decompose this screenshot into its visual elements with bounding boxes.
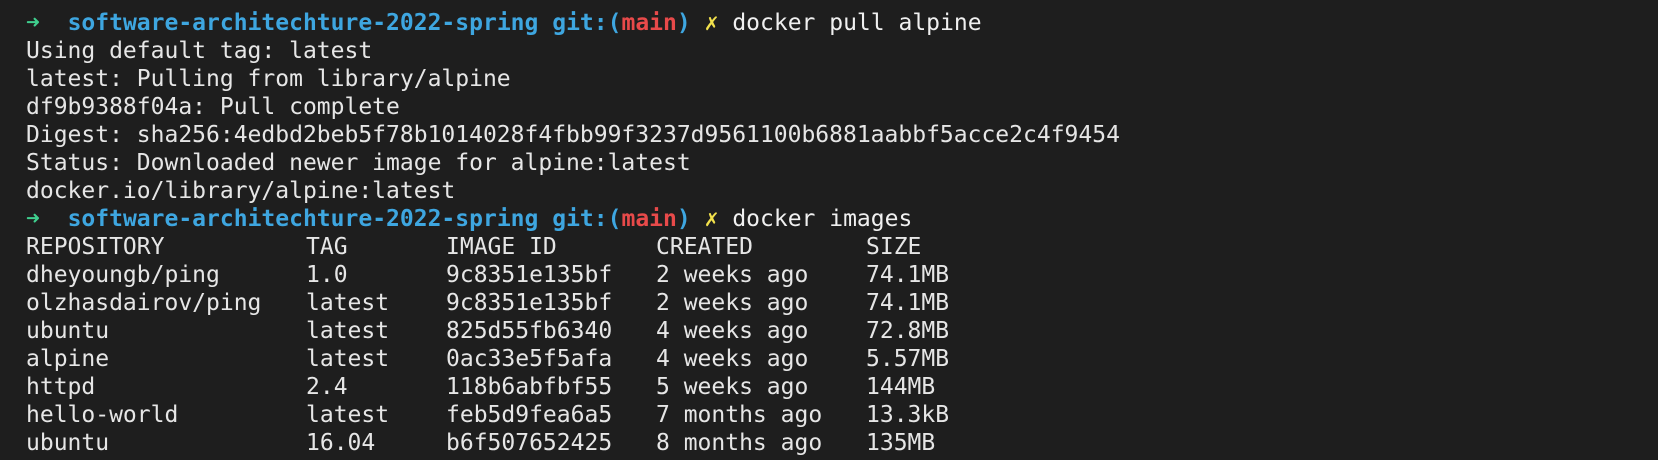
images-table-header: REPOSITORY TAG IMAGE ID CREATED SIZE [26, 233, 1658, 261]
prompt-line-2: ➜ software-architechture-2022-spring git… [26, 205, 1658, 233]
cell-size: 74.1MB [866, 290, 950, 316]
prompt-branch: main [621, 206, 677, 232]
header-tag: TAG [306, 234, 348, 260]
prompt-git-close: ) [676, 10, 691, 36]
output-line: Status: Downloaded newer image for alpin… [26, 150, 691, 176]
cell-size: 13.3kB [866, 402, 950, 428]
cell-created: 7 months ago [656, 402, 823, 428]
output-line: Digest: sha256:4edbd2beb5f78b1014028f4fb… [26, 122, 1120, 148]
output-line: df9b9388f04a: Pull complete [26, 94, 400, 120]
cell-image-id: 0ac33e5f5afa [446, 346, 613, 372]
cell-tag: latest [306, 402, 390, 428]
cell-tag: 1.0 [306, 262, 348, 288]
prompt-git-open: git:( [552, 206, 622, 232]
prompt-dirty-marker: ✗ [704, 10, 719, 36]
table-row: ubuntu latest 825d55fb6340 4 weeks ago 7… [26, 317, 1658, 345]
cell-repository: olzhasdairov/ping [26, 290, 262, 316]
prompt-dirty-marker: ✗ [704, 206, 719, 232]
terminal-window[interactable]: ➜ software-architechture-2022-spring git… [0, 0, 1658, 457]
cell-size: 74.1MB [866, 262, 950, 288]
table-row: dheyoungb/ping 1.0 9c8351e135bf 2 weeks … [26, 261, 1658, 289]
cell-repository: httpd [26, 374, 96, 400]
cell-tag: 16.04 [306, 430, 376, 456]
cell-image-id: 9c8351e135bf [446, 262, 613, 288]
prompt-arrow-icon: ➜ [26, 10, 40, 36]
prompt-directory: software-architechture-2022-spring [67, 10, 539, 36]
cell-size: 135MB [866, 430, 936, 456]
header-size: SIZE [866, 234, 922, 260]
cell-created: 5 weeks ago [656, 374, 809, 400]
header-created: CREATED [656, 234, 753, 260]
cell-image-id: 825d55fb6340 [446, 318, 613, 344]
command-text: docker images [732, 206, 913, 232]
cell-size: 5.57MB [866, 346, 950, 372]
output-line: docker.io/library/alpine:latest [26, 178, 456, 204]
cell-created: 2 weeks ago [656, 262, 809, 288]
cell-created: 4 weeks ago [656, 346, 809, 372]
cell-tag: latest [306, 318, 390, 344]
cell-size: 72.8MB [866, 318, 950, 344]
cell-image-id: 9c8351e135bf [446, 290, 613, 316]
command-text: docker pull alpine [732, 10, 982, 36]
cell-image-id: 118b6abfbf55 [446, 374, 613, 400]
cell-tag: 2.4 [306, 374, 348, 400]
header-repository: REPOSITORY [26, 234, 165, 260]
table-row: alpine latest 0ac33e5f5afa 4 weeks ago 5… [26, 345, 1658, 373]
prompt-line-1: ➜ software-architechture-2022-spring git… [26, 9, 1658, 37]
prompt-arrow-icon: ➜ [26, 206, 40, 232]
cell-created: 2 weeks ago [656, 290, 809, 316]
table-row: ubuntu 16.04 b6f507652425 8 months ago 1… [26, 429, 1658, 457]
cell-repository: alpine [26, 346, 110, 372]
prompt-directory: software-architechture-2022-spring [67, 206, 539, 232]
prompt-git-close: ) [676, 206, 691, 232]
prompt-git-open: git:( [552, 10, 622, 36]
cell-image-id: b6f507652425 [446, 430, 613, 456]
table-row: httpd 2.4 118b6abfbf55 5 weeks ago 144MB [26, 373, 1658, 401]
cell-tag: latest [306, 290, 390, 316]
cell-repository: dheyoungb/ping [26, 262, 220, 288]
cell-repository: ubuntu [26, 430, 110, 456]
table-row: olzhasdairov/ping latest 9c8351e135bf 2 … [26, 289, 1658, 317]
prompt-branch: main [621, 10, 677, 36]
cell-image-id: feb5d9fea6a5 [446, 402, 613, 428]
output-line: latest: Pulling from library/alpine [26, 66, 511, 92]
output-line: Using default tag: latest [26, 38, 373, 64]
table-row: hello-world latest feb5d9fea6a5 7 months… [26, 401, 1658, 429]
cell-created: 4 weeks ago [656, 318, 809, 344]
cell-repository: hello-world [26, 402, 179, 428]
cell-tag: latest [306, 346, 390, 372]
cell-repository: ubuntu [26, 318, 110, 344]
cell-size: 144MB [866, 374, 936, 400]
cell-created: 8 months ago [656, 430, 823, 456]
header-image-id: IMAGE ID [446, 234, 557, 260]
